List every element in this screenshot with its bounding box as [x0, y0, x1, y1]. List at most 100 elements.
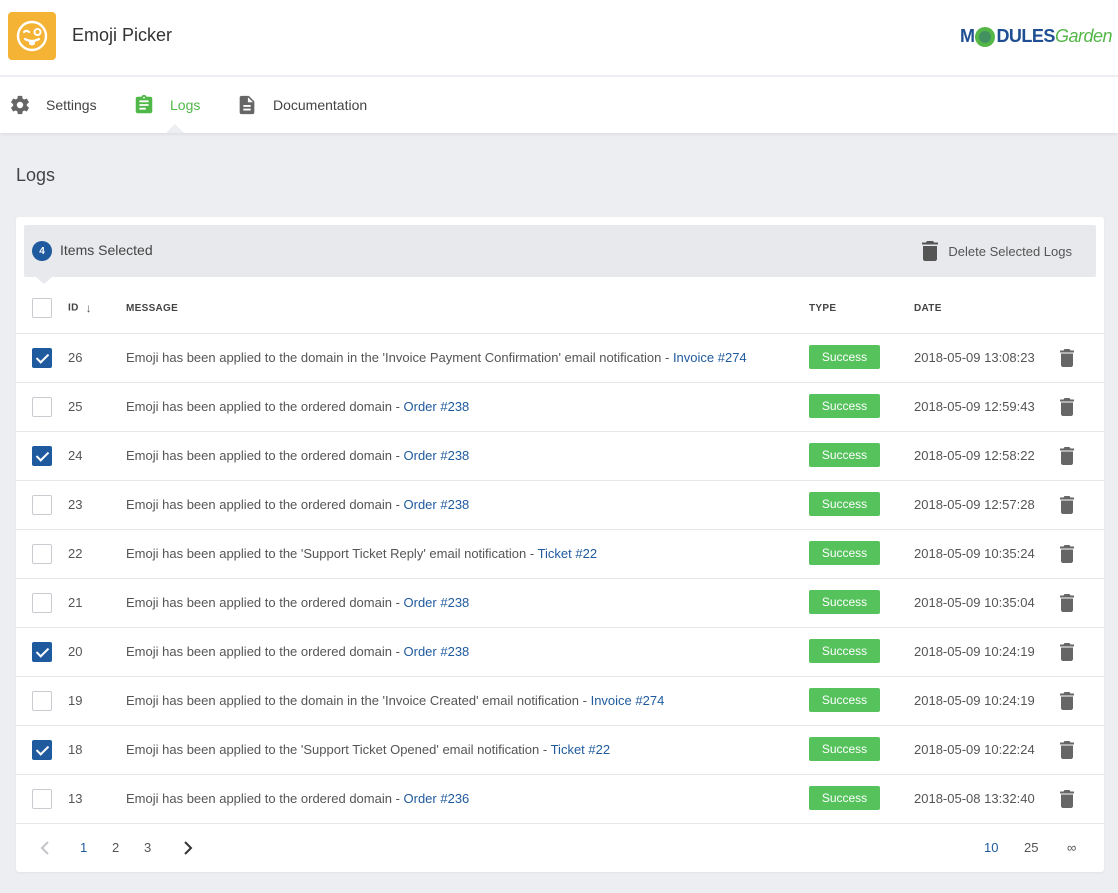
- table-row: 22 Emoji has been applied to the 'Support…: [16, 529, 1104, 579]
- page-3-button[interactable]: 3: [144, 823, 151, 872]
- row-date: 2018-05-08 13:32:40: [914, 774, 1060, 824]
- select-all-checkbox[interactable]: [32, 298, 52, 319]
- row-checkbox[interactable]: [32, 739, 52, 760]
- status-badge: Success: [809, 785, 880, 810]
- row-message-text: Emoji has been applied to the ordered do…: [126, 448, 404, 463]
- row-message-link[interactable]: Invoice #274: [673, 350, 747, 365]
- selection-toolbar-caret: [36, 277, 52, 284]
- delete-row-button[interactable]: [1060, 593, 1080, 612]
- row-message-text: Emoji has been applied to the ordered do…: [126, 644, 404, 659]
- row-message: Emoji has been applied to the ordered do…: [126, 774, 809, 824]
- delete-row-button[interactable]: [1060, 446, 1080, 465]
- row-checkbox[interactable]: [32, 543, 52, 564]
- row-message-link[interactable]: Order #238: [404, 399, 470, 414]
- row-id: 23: [68, 480, 126, 530]
- row-message-link[interactable]: Ticket #22: [538, 546, 598, 561]
- row-message: Emoji has been applied to the 'Support T…: [126, 725, 809, 775]
- row-message-text: Emoji has been applied to the domain in …: [126, 350, 673, 365]
- trash-icon: [1060, 348, 1074, 367]
- row-message-link[interactable]: Order #238: [404, 644, 470, 659]
- table-row: 18 Emoji has been applied to the 'Support…: [16, 725, 1104, 775]
- table-row: 24 Emoji has been applied to the ordered …: [16, 431, 1104, 481]
- row-checkbox[interactable]: [32, 690, 52, 711]
- row-checkbox[interactable]: [32, 592, 52, 613]
- status-badge: Success: [809, 491, 880, 516]
- row-message: Emoji has been applied to the ordered do…: [126, 382, 809, 432]
- delete-row-button[interactable]: [1060, 348, 1080, 367]
- row-message-text: Emoji has been applied to the 'Support T…: [126, 546, 538, 561]
- row-message: Emoji has been applied to the ordered do…: [126, 431, 809, 481]
- type-column-header: TYPE: [809, 284, 914, 334]
- row-checkbox[interactable]: [32, 494, 52, 515]
- status-badge: Success: [809, 344, 880, 369]
- trash-icon: [922, 241, 939, 261]
- row-date: 2018-05-09 10:35:04: [914, 578, 1060, 628]
- row-message-link[interactable]: Order #238: [404, 497, 470, 512]
- row-message-link[interactable]: Order #238: [404, 595, 470, 610]
- row-message: Emoji has been applied to the domain in …: [126, 333, 809, 383]
- row-checkbox[interactable]: [32, 396, 52, 417]
- per-page-25-button[interactable]: 25: [1024, 823, 1038, 872]
- tab-settings[interactable]: Settings: [9, 77, 97, 133]
- message-column-header: MESSAGE: [126, 284, 809, 334]
- items-selected-label: Items Selected: [60, 242, 153, 258]
- row-id: 21: [68, 578, 126, 628]
- per-page-all-button[interactable]: ∞: [1067, 823, 1076, 872]
- table-row: 25 Emoji has been applied to the ordered …: [16, 382, 1104, 432]
- next-page-button[interactable]: [183, 823, 193, 872]
- id-column-header[interactable]: ID ↓: [68, 284, 126, 334]
- row-date: 2018-05-09 10:24:19: [914, 627, 1060, 677]
- tab-documentation-label: Documentation: [273, 97, 368, 113]
- trash-icon: [1060, 397, 1074, 416]
- row-id: 18: [68, 725, 126, 775]
- row-date: 2018-05-09 12:58:22: [914, 431, 1060, 481]
- gear-icon: [9, 94, 31, 116]
- trash-icon: [1060, 691, 1074, 710]
- delete-row-button[interactable]: [1060, 691, 1080, 710]
- row-message: Emoji has been applied to the ordered do…: [126, 627, 809, 677]
- page-1-button[interactable]: 1: [80, 823, 87, 872]
- row-message-text: Emoji has been applied to the ordered do…: [126, 399, 404, 414]
- page-2-button[interactable]: 2: [112, 823, 119, 872]
- modulesgarden-logo[interactable]: M DULES Garden: [960, 26, 1113, 47]
- delete-row-button[interactable]: [1060, 789, 1080, 808]
- row-message: Emoji has been applied to the ordered do…: [126, 578, 809, 628]
- tab-logs-label: Logs: [170, 97, 201, 113]
- row-message-link[interactable]: Ticket #22: [551, 742, 611, 757]
- status-badge: Success: [809, 540, 880, 565]
- row-id: 25: [68, 382, 126, 432]
- delete-row-button[interactable]: [1060, 740, 1080, 759]
- row-message-text: Emoji has been applied to the ordered do…: [126, 497, 404, 512]
- row-checkbox[interactable]: [32, 445, 52, 466]
- per-page-10-button[interactable]: 10: [984, 823, 998, 872]
- table-row: 23 Emoji has been applied to the ordered …: [16, 480, 1104, 530]
- row-message-link[interactable]: Order #238: [404, 448, 470, 463]
- delete-selected-logs-button[interactable]: Delete Selected Logs: [922, 239, 1072, 263]
- delete-row-button[interactable]: [1060, 397, 1080, 416]
- status-badge: Success: [809, 393, 880, 418]
- trash-icon: [1060, 642, 1074, 661]
- chevron-left-icon: [40, 840, 49, 855]
- delete-row-button[interactable]: [1060, 642, 1080, 661]
- delete-row-button[interactable]: [1060, 495, 1080, 514]
- row-checkbox[interactable]: [32, 788, 52, 809]
- trash-icon: [1060, 740, 1074, 759]
- trash-icon: [1060, 789, 1074, 808]
- row-message-link[interactable]: Invoice #274: [591, 693, 665, 708]
- row-date: 2018-05-09 12:57:28: [914, 480, 1060, 530]
- row-checkbox[interactable]: [32, 641, 52, 662]
- tab-documentation[interactable]: Documentation: [236, 77, 367, 133]
- table-row: 21 Emoji has been applied to the ordered …: [16, 578, 1104, 628]
- row-message-text: Emoji has been applied to the domain in …: [126, 693, 591, 708]
- delete-row-button[interactable]: [1060, 544, 1080, 563]
- logs-card: 4 Items Selected Delete Selected Logs ID…: [16, 217, 1104, 872]
- prev-page-button[interactable]: [40, 823, 50, 872]
- trash-icon: [1060, 446, 1074, 465]
- active-tab-indicator: [166, 124, 184, 133]
- row-message-link[interactable]: Order #236: [404, 791, 470, 806]
- row-checkbox[interactable]: [32, 347, 52, 368]
- row-message-text: Emoji has been applied to the 'Support T…: [126, 742, 551, 757]
- row-date: 2018-05-09 10:35:24: [914, 529, 1060, 579]
- globe-icon: [975, 26, 996, 47]
- row-id: 20: [68, 627, 126, 677]
